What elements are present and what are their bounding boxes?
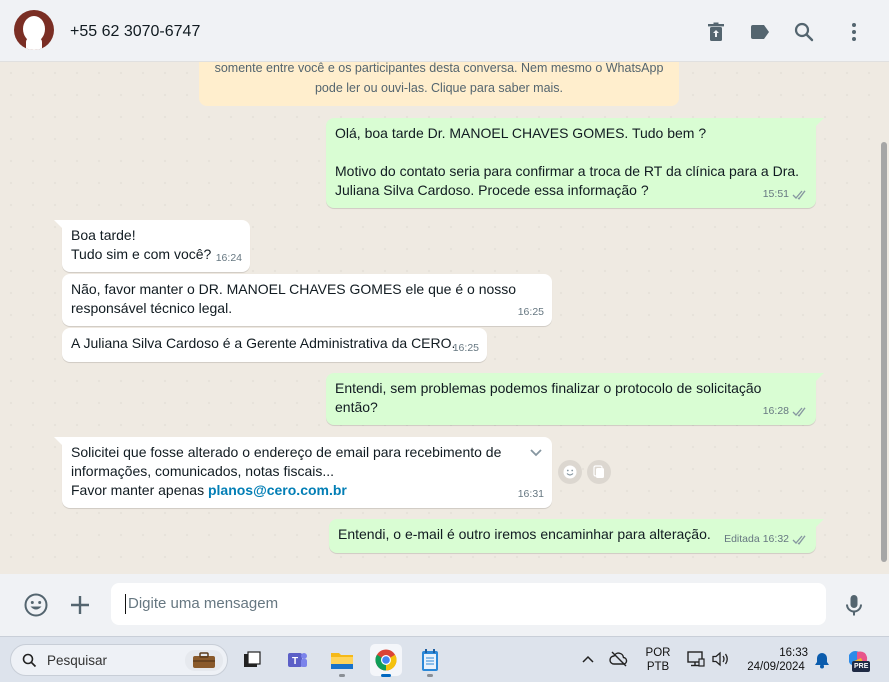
notepad-icon [422,649,438,671]
message-time: 16:31 [517,488,544,500]
clock-date: 24/09/2024 [747,661,805,673]
notepad-app[interactable] [414,644,446,677]
react-emoji-button[interactable] [558,460,582,484]
chevron-up-icon[interactable] [581,654,595,664]
message-time: 16:32 [762,533,789,545]
message-text: Olá, boa tarde Dr. MANOEL CHAVES GOMES. … [335,125,707,141]
message-text [335,143,807,162]
windows-taskbar: Pesquisar T POR PTB 16:33 24/09/2024 PRE [0,636,889,682]
message-time: 16:28 [762,405,789,417]
message-time: 16:25 [517,306,544,318]
message-meta: Editada 16:32 [724,530,808,549]
message-time: 15:51 [762,188,789,200]
message-input[interactable]: Digite uma mensagem [111,583,826,625]
message-text: Favor manter apenas planos@cero.com.br [71,481,543,500]
message-incoming[interactable]: A Juliana Silva Cardoso é a Gerente Admi… [62,328,487,362]
read-ticks-icon [792,407,806,417]
taskbar-search[interactable]: Pesquisar [10,644,228,676]
label-icon[interactable] [748,20,772,44]
network-icon[interactable] [686,650,706,668]
message-incoming[interactable]: Boa tarde! Tudo sim e com você? 16:24 [54,220,250,272]
contact-avatar[interactable] [14,10,54,50]
message-time: 16:25 [452,342,479,354]
search-icon[interactable] [792,20,816,44]
copilot-button[interactable]: PRE [845,647,871,673]
contact-name[interactable]: +55 62 3070-6747 [70,23,200,41]
message-outgoing[interactable]: Entendi, o e-mail é outro iremos encamin… [329,519,824,553]
message-text: Entendi, sem problemas podemos finalizar… [335,380,762,396]
menu-icon[interactable] [842,20,866,44]
message-composer: Digite uma mensagem [0,574,889,636]
message-outgoing[interactable]: Entendi, sem problemas podemos finalizar… [326,373,824,425]
briefcase-icon [185,650,223,671]
task-view-icon [244,651,261,667]
search-icon [22,653,37,668]
message-meta: 16:25 [453,339,479,358]
cloud-off-icon[interactable] [609,650,629,668]
chrome-app[interactable] [370,644,402,677]
message-text: Solicitei que fosse alterado o endereço … [71,444,502,460]
encryption-notice[interactable]: somente entre você e os participantes de… [199,62,679,106]
running-indicator [427,674,433,677]
emoji-icon[interactable] [23,592,49,618]
folder-icon [331,653,353,669]
chrome-icon [375,649,397,671]
teams-app[interactable]: T [281,644,313,676]
message-meta: 16:28 [763,402,808,421]
copy-icon [593,465,604,478]
message-meta: 15:51 [763,185,808,204]
message-incoming[interactable]: Não, favor manter o DR. MANOEL CHAVES GO… [62,274,552,326]
language-code: POR [645,647,671,659]
message-text: A Juliana Silva Cardoso é a Gerente Admi… [71,335,456,351]
running-indicator [339,674,345,677]
scrollbar[interactable] [879,62,889,574]
text-caret [125,594,126,615]
message-text: Boa tarde! [71,227,136,243]
encryption-line: somente entre você e os participantes de… [214,62,664,75]
file-explorer-app[interactable] [326,644,358,677]
avatar-body [26,38,42,50]
read-ticks-icon [792,190,806,200]
message-text: então? [335,399,378,415]
keyboard-layout: PTB [646,661,670,673]
input-language[interactable]: POR PTB [643,646,673,674]
edited-label: Editada [724,533,760,545]
clock[interactable]: 16:33 24/09/2024 [742,646,810,674]
message-text: responsável técnico legal. [71,300,233,316]
preview-badge: PRE [852,661,871,672]
forward-button[interactable] [587,460,611,484]
email-link[interactable]: planos@cero.com.br [208,482,347,498]
plus-icon[interactable] [67,592,93,618]
encryption-line: pode ler ou ouvi-las. Clique para saber … [314,81,564,95]
message-meta: 16:25 [518,303,544,322]
task-view-app[interactable] [236,644,268,676]
message-input-placeholder: Digite uma mensagem [128,595,279,612]
message-incoming[interactable]: Solicitei que fosse alterado o endereço … [54,437,552,508]
message-outgoing[interactable]: Olá, boa tarde Dr. MANOEL CHAVES GOMES. … [326,118,824,208]
message-text: Juliana Silva Cardoso. Procede essa info… [335,182,649,198]
svg-text:T: T [292,656,298,667]
mic-icon[interactable] [841,592,867,618]
message-time: 16:24 [215,252,242,264]
emoji-icon [563,465,577,479]
volume-icon[interactable] [711,650,731,668]
message-text-prefix: Favor manter apenas [71,482,208,498]
message-text: Não, favor manter o DR. MANOEL CHAVES GO… [71,281,517,297]
message-meta: 16:31 [518,485,544,504]
message-text: informações, comunicados, notas fiscais.… [71,463,335,479]
teams-icon: T [288,653,307,667]
clock-time: 16:33 [779,647,808,659]
archive-icon[interactable] [704,20,728,44]
message-text: Motivo do contato seria para confirmar a… [335,163,800,179]
chevron-down-icon[interactable] [528,445,544,461]
message-meta: 16:24 [216,249,242,268]
chat-area[interactable]: somente entre você e os participantes de… [0,62,889,574]
chat-header: +55 62 3070-6747 [0,0,889,62]
scrollbar-thumb[interactable] [881,142,887,562]
notification-bell-icon[interactable] [814,651,830,669]
taskbar-search-label: Pesquisar [47,653,108,668]
active-indicator [381,674,391,677]
read-ticks-icon [792,535,806,545]
